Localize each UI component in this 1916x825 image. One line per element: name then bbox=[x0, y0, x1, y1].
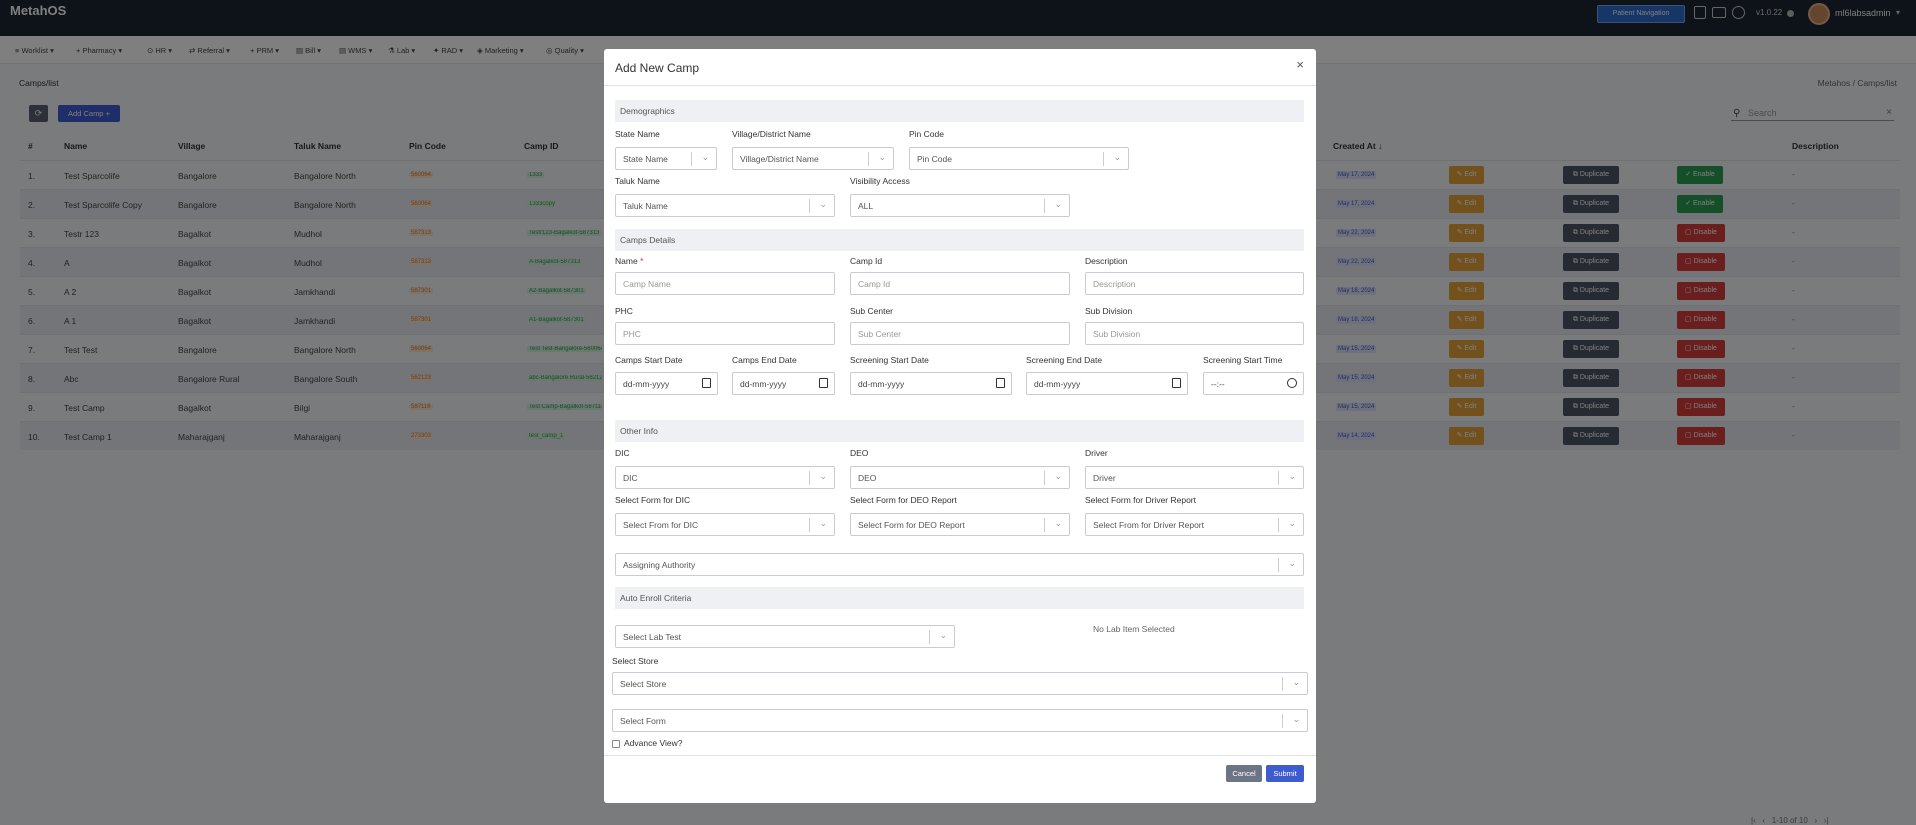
modal-title: Add New Camp bbox=[615, 61, 700, 75]
chevron-down-icon: ⌄ bbox=[701, 152, 709, 162]
dic-select[interactable]: DIC ⌄ bbox=[615, 466, 835, 489]
label-phc: PHC bbox=[615, 306, 633, 316]
driver-select[interactable]: Driver ⌄ bbox=[1085, 466, 1304, 489]
label-sub-center: Sub Center bbox=[850, 306, 893, 316]
section-demographics: Demographics bbox=[615, 100, 1304, 122]
chevron-down-icon: ⌄ bbox=[1054, 471, 1062, 481]
chevron-down-icon: ⌄ bbox=[819, 471, 827, 481]
assigning-authority-select[interactable]: Assigning Authority ⌄ bbox=[615, 553, 1304, 576]
calendar-icon bbox=[1172, 378, 1181, 388]
chevron-down-icon: ⌄ bbox=[1292, 714, 1300, 724]
label-name: Name * bbox=[615, 256, 644, 266]
chevron-down-icon: ⌄ bbox=[1288, 518, 1296, 528]
state-select[interactable]: State Name ⌄ bbox=[615, 147, 717, 170]
form-deo-select[interactable]: Select Form for DEO Report ⌄ bbox=[850, 513, 1070, 536]
advance-view-label[interactable]: Advance View? bbox=[624, 738, 682, 748]
chevron-down-icon: ⌄ bbox=[1054, 518, 1062, 528]
label-pin: Pin Code bbox=[909, 129, 944, 139]
chevron-down-icon: ⌄ bbox=[819, 518, 827, 528]
chevron-down-icon: ⌄ bbox=[1054, 199, 1062, 209]
chevron-down-icon: ⌄ bbox=[819, 199, 827, 209]
deo-select[interactable]: DEO ⌄ bbox=[850, 466, 1070, 489]
camp-name-input[interactable]: Camp Name bbox=[615, 272, 835, 295]
screening-start-date-input[interactable]: dd-mm-yyyy bbox=[850, 372, 1012, 395]
chevron-down-icon: ⌄ bbox=[1292, 677, 1300, 687]
label-deo: DEO bbox=[850, 448, 869, 458]
label-screening-start-date: Screening Start Date bbox=[850, 355, 929, 365]
add-camp-modal: Add New Camp × Demographics State Name S… bbox=[604, 49, 1316, 803]
label-dic: DIC bbox=[615, 448, 630, 458]
label-sub-division: Sub Division bbox=[1085, 306, 1133, 316]
submit-button[interactable]: Submit bbox=[1266, 765, 1304, 782]
divider bbox=[604, 85, 1316, 86]
camp-end-date-input[interactable]: dd-mm-yyyy bbox=[732, 372, 835, 395]
section-auto-enroll: Auto Enroll Criteria bbox=[615, 587, 1304, 609]
chevron-down-icon: ⌄ bbox=[878, 152, 886, 162]
divider bbox=[604, 755, 1316, 756]
cancel-button[interactable]: Cancel bbox=[1226, 765, 1262, 782]
chevron-down-icon: ⌄ bbox=[1288, 471, 1296, 481]
form-dic-select[interactable]: Select From for DIC ⌄ bbox=[615, 513, 835, 536]
phc-input[interactable]: PHC bbox=[615, 322, 835, 345]
section-camp-details: Camps Details bbox=[615, 229, 1304, 251]
chevron-down-icon: ⌄ bbox=[939, 630, 947, 640]
store-select[interactable]: Select Store ⌄ bbox=[612, 672, 1308, 695]
chevron-down-icon: ⌄ bbox=[1113, 152, 1121, 162]
advance-view-checkbox[interactable] bbox=[612, 740, 620, 748]
label-village: Village/District Name bbox=[732, 129, 811, 139]
camp-start-date-input[interactable]: dd-mm-yyyy bbox=[615, 372, 718, 395]
screening-start-time-input[interactable]: --:-- bbox=[1203, 372, 1304, 395]
label-state: State Name bbox=[615, 129, 660, 139]
village-select[interactable]: Village/District Name ⌄ bbox=[732, 147, 894, 170]
label-screening-end-date: Screening End Date bbox=[1026, 355, 1103, 365]
camp-id-input[interactable]: Camp Id bbox=[850, 272, 1070, 295]
calendar-icon bbox=[819, 378, 828, 388]
label-form-dic: Select Form for DIC bbox=[615, 495, 691, 505]
label-description: Description bbox=[1085, 256, 1128, 266]
label-form-driver: Select Form for Driver Report bbox=[1085, 495, 1196, 505]
chevron-down-icon: ⌄ bbox=[1288, 558, 1296, 568]
label-driver: Driver bbox=[1085, 448, 1108, 458]
sub-division-input[interactable]: Sub Division bbox=[1085, 322, 1304, 345]
label-form-deo: Select Form for DEO Report bbox=[850, 495, 957, 505]
taluk-select[interactable]: Taluk Name ⌄ bbox=[615, 194, 835, 217]
clock-icon bbox=[1287, 378, 1297, 388]
calendar-icon bbox=[996, 378, 1005, 388]
close-icon[interactable]: × bbox=[1296, 57, 1304, 72]
label-visibility: Visibility Access bbox=[850, 176, 910, 186]
pin-select[interactable]: Pin Code ⌄ bbox=[909, 147, 1129, 170]
screening-end-date-input[interactable]: dd-mm-yyyy bbox=[1026, 372, 1188, 395]
label-select-store: Select Store bbox=[612, 656, 659, 666]
calendar-icon bbox=[702, 378, 711, 388]
form-select[interactable]: Select Form ⌄ bbox=[612, 709, 1308, 732]
form-driver-select[interactable]: Select From for Driver Report ⌄ bbox=[1085, 513, 1304, 536]
lab-test-select[interactable]: Select Lab Test ⌄ bbox=[615, 625, 955, 648]
label-camp-start-date: Camps Start Date bbox=[615, 355, 683, 365]
description-input[interactable]: Description bbox=[1085, 272, 1304, 295]
label-camp-end-date: Camps End Date bbox=[732, 355, 797, 365]
label-screening-start-time: Screening Start Time bbox=[1203, 355, 1283, 365]
no-lab-item-text: No Lab Item Selected bbox=[1093, 624, 1175, 634]
section-other-info: Other Info bbox=[615, 420, 1304, 442]
label-taluk: Taluk Name bbox=[615, 176, 660, 186]
sub-center-input[interactable]: Sub Center bbox=[850, 322, 1070, 345]
label-camp-id: Camp Id bbox=[850, 256, 883, 266]
visibility-select[interactable]: ALL ⌄ bbox=[850, 194, 1070, 217]
